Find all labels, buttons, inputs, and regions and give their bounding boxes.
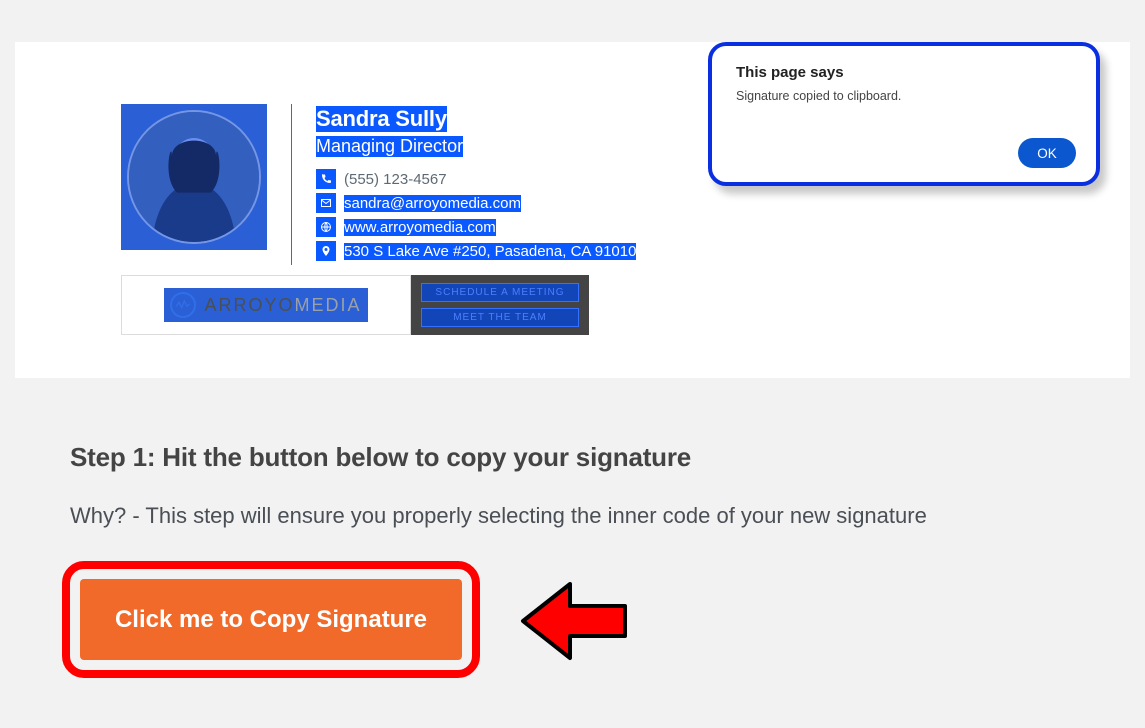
signature-name: Sandra Sully: [316, 106, 447, 132]
avatar: [121, 104, 267, 250]
email-text: sandra@arroyomedia.com: [344, 195, 521, 212]
website-row: www.arroyomedia.com: [316, 217, 636, 237]
alert-ok-button[interactable]: OK: [1018, 138, 1076, 168]
address-row: 530 S Lake Ave #250, Pasadena, CA 91010: [316, 241, 636, 261]
signature-block: Sandra Sully Managing Director (555) 123…: [121, 104, 681, 335]
step-heading: Step 1: Hit the button below to copy you…: [70, 442, 1070, 473]
alert-message: Signature copied to clipboard.: [736, 89, 1072, 103]
arrow-icon: [515, 576, 635, 666]
copy-signature-button[interactable]: Click me to Copy Signature: [80, 579, 462, 660]
logo-mark-icon: [170, 292, 196, 318]
step-description: Why? - This step will ensure you properl…: [70, 503, 1070, 529]
signature-buttons: SCHEDULE A MEETING MEET THE TEAM: [411, 275, 589, 335]
schedule-meeting-button[interactable]: SCHEDULE A MEETING: [421, 283, 579, 302]
logo-cell: ARROYOMEDIA: [121, 275, 411, 335]
phone-text: (555) 123-4567: [344, 171, 447, 188]
email-icon: [316, 193, 336, 213]
copy-button-highlight-frame: Click me to Copy Signature: [62, 561, 480, 678]
phone-row: (555) 123-4567: [316, 169, 636, 189]
globe-icon: [316, 217, 336, 237]
website-text: www.arroyomedia.com: [344, 219, 496, 236]
signature-title: Managing Director: [316, 136, 463, 157]
instructions: Step 1: Hit the button below to copy you…: [70, 442, 1070, 529]
meet-team-button[interactable]: MEET THE TEAM: [421, 308, 579, 327]
alert-dialog: This page says Signature copied to clipb…: [708, 42, 1100, 186]
alert-title: This page says: [736, 64, 1072, 81]
phone-icon: [316, 169, 336, 189]
contact-info: Sandra Sully Managing Director (555) 123…: [316, 104, 636, 265]
email-row: sandra@arroyomedia.com: [316, 193, 636, 213]
avatar-image: [129, 112, 259, 242]
address-text: 530 S Lake Ave #250, Pasadena, CA 91010: [344, 243, 636, 260]
vertical-divider: [291, 104, 292, 265]
logo-text: ARROYOMEDIA: [204, 295, 361, 316]
logo: ARROYOMEDIA: [164, 288, 367, 322]
location-icon: [316, 241, 336, 261]
